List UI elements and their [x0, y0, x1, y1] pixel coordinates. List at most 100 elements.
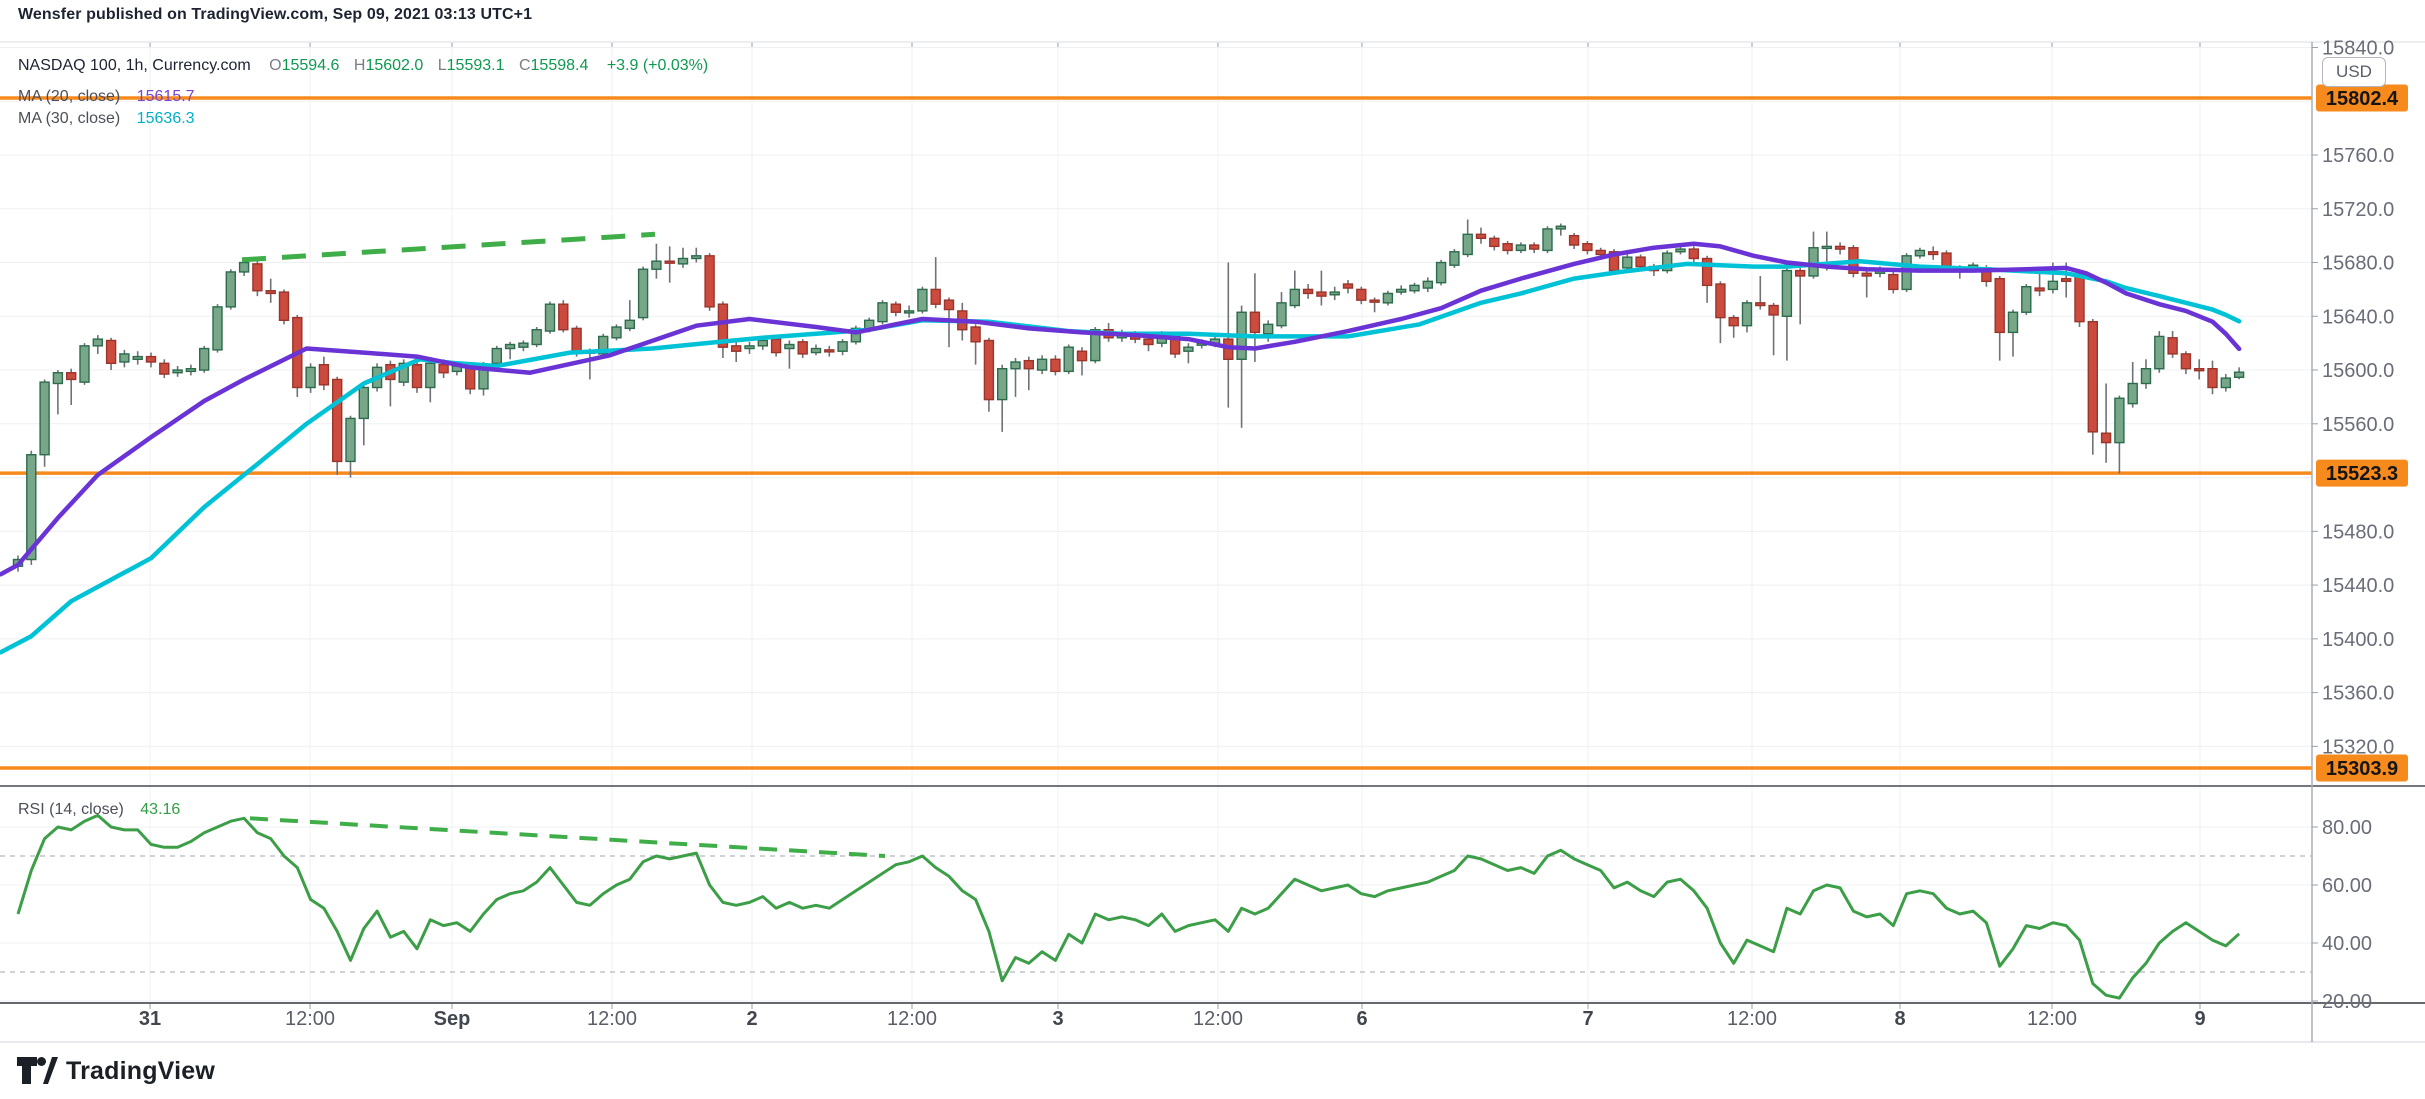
candle-body	[1889, 275, 1898, 290]
candle-body	[971, 327, 980, 342]
candle-body	[1463, 234, 1472, 254]
price-axis-label: 15400.0	[2322, 629, 2394, 651]
price-level-pill-label: 15802.4	[2326, 88, 2399, 110]
candle-body	[1596, 250, 1605, 254]
candle-body	[572, 328, 581, 352]
page-title: Wensfer published on TradingView.com, Se…	[18, 6, 532, 24]
tradingview-screenshot: 3112:00Sep12:00212:00312:006712:00812:00…	[0, 0, 2425, 1099]
candle-body	[280, 292, 289, 320]
price-trendline	[242, 234, 655, 260]
rsi-axis-label: 60.00	[2322, 875, 2372, 897]
rsi-axis-label: 80.00	[2322, 817, 2372, 839]
candle-body	[1290, 289, 1299, 305]
candle-body	[612, 327, 621, 338]
candle-body	[1064, 347, 1073, 371]
candle-body	[652, 261, 661, 269]
candle-body	[1397, 289, 1406, 292]
candle-body	[1743, 303, 1752, 326]
candle-body	[745, 346, 754, 349]
candle-body	[439, 365, 448, 373]
price-axis-label: 15360.0	[2322, 683, 2394, 705]
tradingview-logo-text: TradingView	[66, 1057, 215, 1086]
rsi-legend[interactable]: RSI (14, close) 43.16	[18, 801, 180, 819]
candle-body	[546, 304, 555, 331]
rsi-axis-label: 20.00	[2322, 991, 2372, 1013]
price-axis-label: 15560.0	[2322, 414, 2394, 436]
candle-body	[2022, 287, 2031, 313]
candle-body	[1437, 263, 1446, 283]
candle-body	[891, 304, 900, 312]
candle-body	[1450, 252, 1459, 265]
candle-body	[798, 342, 807, 354]
candle-body	[213, 307, 222, 350]
candle-body	[878, 303, 887, 322]
time-label: 12:00	[1193, 1008, 1243, 1030]
close-key: C	[519, 57, 531, 74]
candle-body	[1051, 359, 1060, 371]
candle-body	[2128, 383, 2137, 403]
candle-body	[1317, 292, 1326, 296]
time-label: 12:00	[1727, 1008, 1777, 1030]
time-label: 9	[2194, 1008, 2205, 1030]
time-label: 12:00	[2027, 1008, 2077, 1030]
candle-body	[120, 354, 129, 362]
candle-body	[559, 304, 568, 330]
candle-body	[186, 369, 195, 372]
symbol-name: NASDAQ 100, 1h, Currency.com	[18, 57, 251, 74]
candle-body	[80, 346, 89, 382]
candle-body	[253, 264, 262, 291]
rsi-value: 43.16	[140, 801, 180, 818]
time-label: 31	[139, 1008, 161, 1030]
candle-body	[266, 291, 275, 294]
ma20-legend[interactable]: MA (20, close) 15615.7	[18, 88, 195, 106]
price-axis-label: 15600.0	[2322, 360, 2394, 382]
time-label: 2	[746, 1008, 757, 1030]
price-chart-svg[interactable]: 3112:00Sep12:00212:00312:006712:00812:00…	[0, 0, 2425, 1099]
candle-body	[825, 350, 834, 352]
candle-body	[2142, 369, 2151, 384]
candle-body	[625, 320, 634, 328]
candle-body	[2235, 372, 2244, 377]
candle-body	[147, 357, 156, 362]
symbol-legend[interactable]: NASDAQ 100, 1h, Currency.com O15594.6 H1…	[18, 57, 708, 75]
candle-body	[1011, 362, 1020, 369]
candle-body	[1144, 339, 1153, 344]
ma30-label: MA (30, close)	[18, 110, 120, 127]
currency-toggle-button[interactable]: USD	[2322, 57, 2386, 87]
candle-body	[2155, 336, 2164, 368]
ma30-legend[interactable]: MA (30, close) 15636.3	[18, 110, 195, 128]
candle-body	[333, 379, 342, 461]
time-label: 7	[1582, 1008, 1593, 1030]
candle-body	[1304, 289, 1313, 293]
candle-body	[679, 258, 688, 263]
price-level-pill-label: 15303.9	[2326, 758, 2398, 780]
candle-body	[1716, 284, 1725, 318]
time-label: 12:00	[285, 1008, 335, 1030]
price-axis-label: 15640.0	[2322, 306, 2394, 328]
candle-body	[1357, 289, 1366, 300]
candle-body	[2088, 322, 2097, 432]
candle-body	[758, 340, 767, 345]
rsi-label: RSI (14, close)	[18, 801, 124, 818]
candle-body	[1556, 226, 1565, 229]
open-key: O	[269, 57, 281, 74]
low-key: L	[438, 57, 447, 74]
candle-body	[1530, 245, 1539, 249]
ma20-value: 15615.7	[137, 88, 195, 105]
candle-body	[40, 382, 49, 455]
candle-body	[1570, 236, 1579, 245]
tradingview-logo[interactable]: TradingView	[16, 1054, 215, 1088]
candle-body	[1942, 253, 1951, 266]
candle-body	[2195, 369, 2204, 371]
candle-body	[1623, 257, 1632, 268]
candle-body	[53, 373, 62, 384]
time-label: 6	[1356, 1008, 1367, 1030]
candle-body	[1250, 312, 1259, 332]
candle-body	[1729, 318, 1738, 326]
candle-body	[426, 363, 435, 387]
candle-body	[2048, 281, 2057, 289]
candle-body	[1809, 248, 1818, 276]
candle-body	[2181, 354, 2190, 369]
candle-body	[1184, 347, 1193, 351]
price-axis-label: 15720.0	[2322, 199, 2394, 221]
